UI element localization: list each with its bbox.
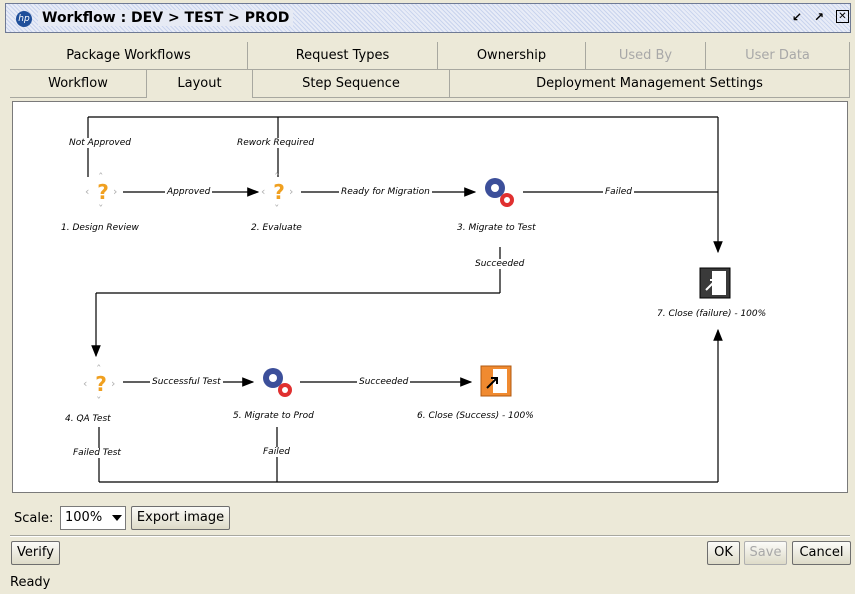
tab-layout[interactable]: Layout	[147, 70, 253, 98]
divider	[10, 535, 850, 537]
workflow-connectors	[87, 116, 731, 483]
chevron-down-icon	[112, 515, 122, 521]
tab-workflow[interactable]: Workflow	[10, 70, 147, 98]
question-decision-icon[interactable]: ˆ ‹ ? › ˇ	[83, 364, 119, 407]
close-failure-icon[interactable]	[699, 267, 731, 299]
close-icon[interactable]: ✕	[836, 10, 849, 23]
status-bar: Ready	[10, 574, 850, 592]
scale-value: 100%	[65, 510, 103, 525]
question-decision-icon[interactable]: ˆ ‹ ? › ˇ	[85, 172, 121, 215]
window-title: Workflow : DEV > TEST > PROD	[38, 10, 294, 26]
edge-label-failed-test: Failed Test	[71, 448, 123, 458]
verify-button[interactable]: Verify	[11, 541, 60, 565]
edge-label-succeeded: Succeeded	[357, 377, 411, 387]
node-label-migrate-to-prod: 5. Migrate to Prod	[233, 411, 314, 421]
tab-request-types[interactable]: Request Types	[248, 42, 438, 70]
cancel-button[interactable]: Cancel	[792, 541, 851, 565]
hp-logo-icon: hp	[16, 11, 32, 27]
edge-label-failed: Failed	[603, 187, 634, 197]
node-label-qa-test: 4. QA Test	[65, 414, 111, 424]
close-success-icon[interactable]	[480, 365, 512, 397]
tab-deployment-management-settings[interactable]: Deployment Management Settings	[450, 70, 850, 98]
tab-row-bottom: Workflow Layout Step Sequence Deployment…	[10, 70, 850, 98]
tab-user-data[interactable]: User Data	[706, 42, 850, 70]
tab-package-workflows[interactable]: Package Workflows	[10, 42, 248, 70]
maximize-icon[interactable]: ↗	[812, 10, 826, 24]
ok-button[interactable]: OK	[707, 541, 740, 565]
question-decision-icon[interactable]: ˆ ‹ ? › ˇ	[261, 172, 297, 215]
node-label-migrate-to-test: 3. Migrate to Test	[457, 223, 536, 233]
edge-label-not-approved: Not Approved	[67, 138, 133, 148]
tab-ownership[interactable]: Ownership	[438, 42, 586, 70]
minimize-icon[interactable]: ↙	[790, 10, 804, 24]
save-button[interactable]: Save	[744, 541, 787, 565]
gears-execution-icon[interactable]	[485, 178, 514, 207]
window-titlebar[interactable]: hp Workflow : DEV > TEST > PROD ↙ ↗ ✕	[5, 3, 851, 33]
node-label-close-success: 6. Close (Success) - 100%	[417, 411, 534, 421]
scale-select[interactable]: 100%	[60, 506, 126, 530]
edge-label-succeeded: Succeeded	[473, 259, 527, 269]
export-image-button[interactable]: Export image	[131, 506, 230, 530]
node-label-design-review: 1. Design Review	[61, 223, 139, 233]
workflow-layout-canvas[interactable]: ˆ ‹ ? › ˇ ˆ ‹ ? › ˇ ˆ ‹ ? › ˇ 1. Design …	[12, 101, 848, 493]
tab-step-sequence[interactable]: Step Sequence	[253, 70, 450, 98]
node-label-evaluate: 2. Evaluate	[251, 223, 302, 233]
scale-label: Scale:	[14, 511, 54, 526]
edge-label-failed: Failed	[261, 447, 292, 457]
status-text: Ready	[10, 575, 51, 590]
edge-label-approved: Approved	[165, 187, 213, 197]
node-label-close-failure: 7. Close (failure) - 100%	[657, 309, 767, 319]
edge-label-successful-test: Successful Test	[150, 377, 223, 387]
gears-execution-icon[interactable]	[263, 368, 292, 397]
tab-used-by[interactable]: Used By	[586, 42, 706, 70]
edge-label-rework-required: Rework Required	[235, 138, 317, 148]
edge-label-ready-for-migration: Ready for Migration	[339, 187, 432, 197]
tab-row-top: Package Workflows Request Types Ownershi…	[10, 42, 850, 70]
